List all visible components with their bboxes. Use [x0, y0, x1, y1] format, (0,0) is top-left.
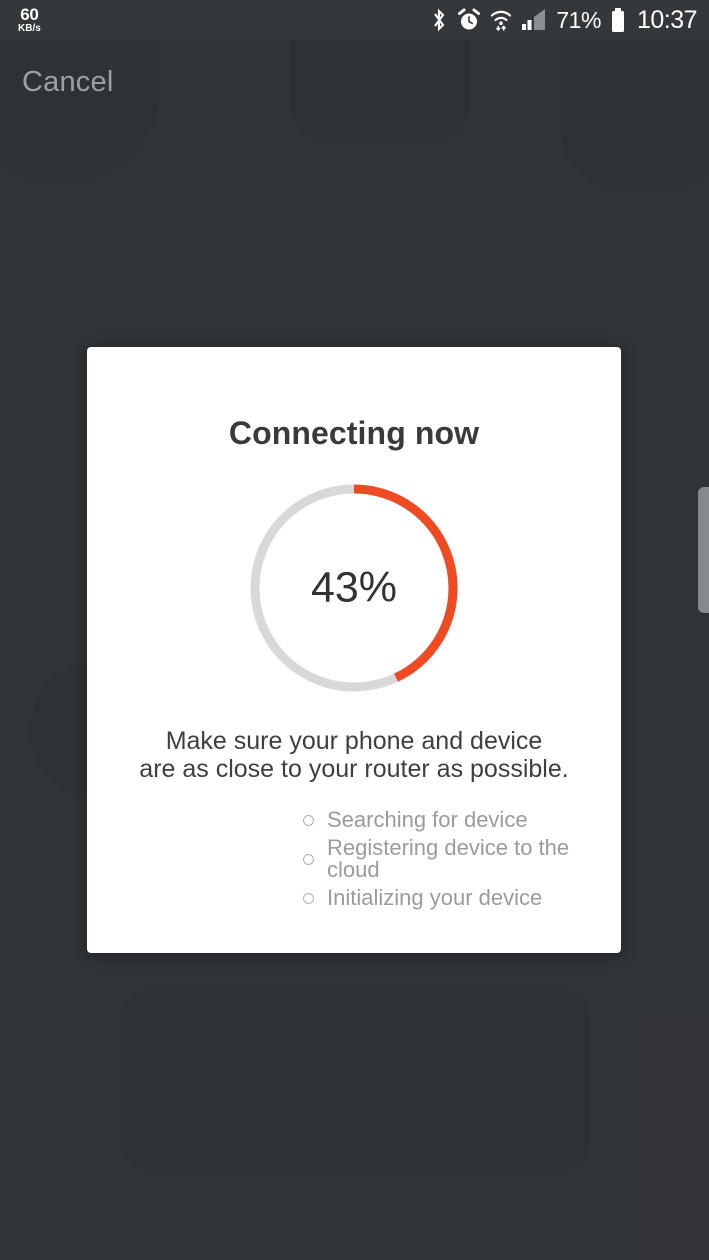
- circle-bullet-icon: [303, 814, 314, 826]
- circle-bullet-icon: [303, 853, 314, 865]
- wifi-hotspot-icon: [491, 10, 512, 31]
- step-label: Searching for device: [327, 807, 528, 832]
- dialog-title: Connecting now: [228, 415, 480, 451]
- dialog-description-line-1: Make sure your phone and device: [165, 727, 543, 755]
- network-speed-indicator: 60 KB/s: [18, 6, 41, 34]
- connecting-dialog: Connecting now 43% Make sure your phone …: [87, 347, 621, 953]
- list-item: Searching for device: [303, 809, 621, 831]
- progress-ring: 43%: [247, 481, 461, 695]
- dialog-description: Make sure your phone and device are as c…: [134, 727, 574, 783]
- list-item: Registering device to the cloud: [303, 837, 621, 881]
- network-speed-value: 60: [20, 5, 39, 24]
- cellular-signal-icon: [522, 9, 546, 30]
- scrollbar-thumb[interactable]: [698, 487, 709, 613]
- progress-percent-label: 43%: [310, 563, 398, 612]
- connection-steps-list: Searching for device Registering device …: [87, 809, 621, 915]
- phone-screen: 60 KB/s 71% 10:37 Cancel Connecting now …: [0, 0, 709, 1260]
- circle-bullet-icon: [303, 892, 314, 904]
- step-label: Initializing your device: [327, 885, 543, 910]
- cancel-button[interactable]: Cancel: [20, 62, 115, 103]
- bluetooth-icon: [434, 8, 445, 32]
- status-bar: 60 KB/s 71% 10:37: [0, 0, 709, 40]
- step-label: Registering device to the cloud: [327, 835, 570, 882]
- battery-icon: [611, 8, 624, 32]
- clock-label: 10:37: [636, 5, 698, 34]
- scrollbar-track[interactable]: [698, 470, 709, 630]
- battery-percent-label: 71%: [556, 6, 601, 33]
- network-speed-unit: KB/s: [18, 23, 41, 34]
- status-bar-right-group: 71% 10:37: [430, 5, 698, 35]
- dialog-description-line-2: are as close to your router as possible.: [139, 754, 569, 783]
- list-item: Initializing your device: [303, 887, 621, 909]
- alarm-icon: [458, 8, 481, 30]
